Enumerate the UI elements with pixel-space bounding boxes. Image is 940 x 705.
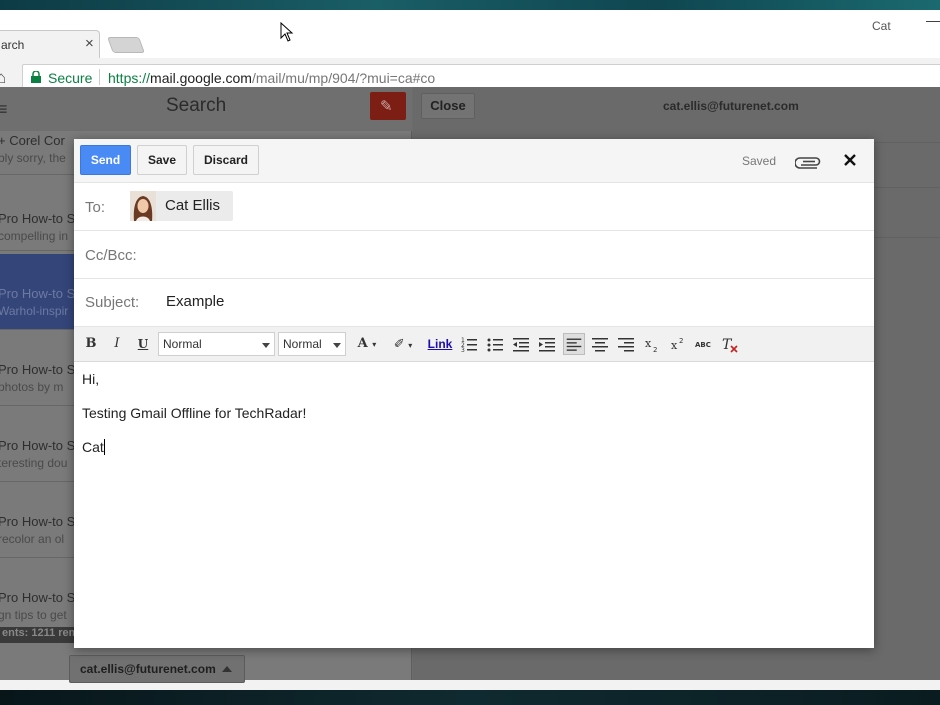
highlight-color-icon[interactable]: ✐ ▾: [388, 333, 418, 355]
align-center-icon[interactable]: [591, 333, 609, 355]
text-color-icon[interactable]: A ▾: [352, 333, 382, 355]
svg-text:ABC: ABC: [695, 341, 711, 349]
svg-text:2: 2: [653, 346, 657, 354]
search-header: ≡ Search ✎: [0, 87, 412, 131]
italic-button[interactable]: I: [109, 333, 125, 355]
mail-snippet: bly sorry, the: [0, 151, 66, 165]
mail-snippet: teresting dou: [0, 456, 68, 470]
align-left-icon[interactable]: [563, 333, 585, 355]
increase-indent-icon[interactable]: [538, 333, 556, 355]
spellcheck-icon[interactable]: ABC: [694, 333, 714, 355]
pencil-icon: ✎: [380, 98, 393, 115]
desktop-background: [0, 0, 940, 10]
superscript-icon[interactable]: x 2: [669, 333, 687, 355]
body-line: Cat: [82, 439, 104, 455]
svg-text:x: x: [671, 339, 678, 352]
subject-label: Subject:: [85, 294, 140, 311]
discard-button[interactable]: Discard: [193, 145, 259, 175]
taskbar: [0, 690, 940, 705]
recipient-name: Cat Ellis: [165, 197, 221, 214]
mail-sender: Pro How-to Se: [0, 362, 83, 377]
svg-text:x: x: [645, 337, 652, 350]
cc-bcc-label: Cc/Bcc:: [85, 247, 137, 264]
saved-status: Saved: [742, 154, 777, 168]
paperclip-icon[interactable]: [795, 154, 823, 170]
close-icon[interactable]: [842, 152, 858, 168]
mail-snippet: photos by m: [0, 380, 64, 394]
subject-input[interactable]: Example: [166, 293, 224, 310]
send-button[interactable]: Send: [80, 145, 131, 175]
account-email: cat.ellis@futurenet.com: [80, 662, 216, 676]
mail-snippet: gn tips to get: [0, 608, 67, 622]
url-host: mail.google.com: [150, 70, 252, 86]
decrease-indent-icon[interactable]: [512, 333, 530, 355]
url-text[interactable]: https://mail.google.com/mail/mu/mp/904/?…: [108, 70, 435, 86]
mail-snippet: compelling in: [0, 229, 69, 243]
formatting-toolbar: B I U Normal Normal A ▾ ✐ ▾ Link 1 2 3 x…: [74, 327, 874, 362]
url-path: /mail/mu/mp/904/?mui=ca#co: [251, 70, 436, 86]
compose-dialog: Send Save Discard Saved To: Cat Ellis Cc…: [74, 139, 874, 648]
body-line-last: Cat: [82, 439, 862, 473]
font-family-select[interactable]: Normal: [158, 332, 275, 356]
to-field[interactable]: To: Cat Ellis: [74, 183, 874, 231]
bulleted-list-icon[interactable]: [486, 333, 504, 355]
compose-button[interactable]: ✎: [370, 92, 406, 120]
mouse-cursor-icon: [280, 22, 294, 42]
insert-link-button[interactable]: Link: [425, 333, 455, 355]
tab-title: arch: [1, 38, 25, 52]
recipient-chip[interactable]: Cat Ellis: [130, 191, 233, 221]
message-body[interactable]: Hi, Testing Gmail Offline for TechRadar!…: [82, 371, 862, 473]
search-title: Search: [166, 95, 227, 116]
tab-close-icon[interactable]: ×: [85, 35, 94, 52]
cc-bcc-field[interactable]: Cc/Bcc:: [74, 231, 874, 279]
account-switcher[interactable]: cat.ellis@futurenet.com: [69, 655, 245, 683]
remove-formatting-icon[interactable]: T: [720, 333, 740, 355]
mail-sender: + Corel Cor: [0, 133, 65, 148]
underline-button[interactable]: U: [135, 333, 151, 355]
url-scheme: https://: [108, 70, 151, 86]
mail-sender: Pro How-to Se: [0, 211, 83, 226]
svg-text:2: 2: [679, 337, 683, 345]
avatar: [130, 191, 156, 221]
mail-sender: Pro How-to Se: [0, 514, 83, 529]
home-icon[interactable]: ⌂: [0, 68, 6, 88]
font-size-value: Normal: [283, 337, 322, 351]
mail-snippet: recolor an ol: [0, 532, 65, 546]
new-tab-button[interactable]: [107, 37, 145, 53]
save-button[interactable]: Save: [137, 145, 187, 175]
mail-snippet: Warhol-inspir: [0, 304, 69, 318]
close-button[interactable]: Close: [421, 93, 475, 119]
body-line: Hi,: [82, 371, 100, 387]
browser-tab[interactable]: arch ×: [0, 30, 100, 58]
text-caret: [103, 439, 105, 455]
subscript-icon[interactable]: x 2: [643, 333, 661, 355]
to-label: To:: [85, 199, 106, 216]
chevron-down-icon: [262, 343, 270, 348]
body-line: Testing Gmail Offline for TechRadar!: [82, 405, 307, 421]
mail-sender: Pro How-to Se: [0, 438, 83, 453]
reading-account-email: cat.ellis@futurenet.com: [663, 99, 799, 113]
chevron-down-icon: [333, 343, 341, 348]
menu-icon[interactable]: ≡: [0, 99, 8, 120]
font-size-select[interactable]: Normal: [278, 332, 346, 356]
mail-sender: Pro How-to Se: [0, 286, 83, 301]
profile-name[interactable]: Cat: [872, 19, 891, 33]
compose-header: Send Save Discard Saved: [74, 139, 874, 183]
caret-up-icon: [222, 666, 232, 672]
tab-strip: arch × Cat —: [0, 10, 940, 58]
svg-text:3: 3: [461, 347, 465, 354]
subject-field[interactable]: Subject: Example: [74, 279, 874, 327]
numbered-list-icon[interactable]: 1 2 3: [460, 333, 478, 355]
minimize-button[interactable]: —: [926, 12, 940, 28]
font-family-value: Normal: [163, 337, 202, 351]
lock-icon: [31, 71, 41, 83]
secure-label: Secure: [48, 70, 93, 86]
url-separator: [99, 69, 100, 85]
align-right-icon[interactable]: [617, 333, 635, 355]
mail-sender: Pro How-to Se: [0, 590, 83, 605]
bold-button[interactable]: B: [83, 333, 99, 355]
